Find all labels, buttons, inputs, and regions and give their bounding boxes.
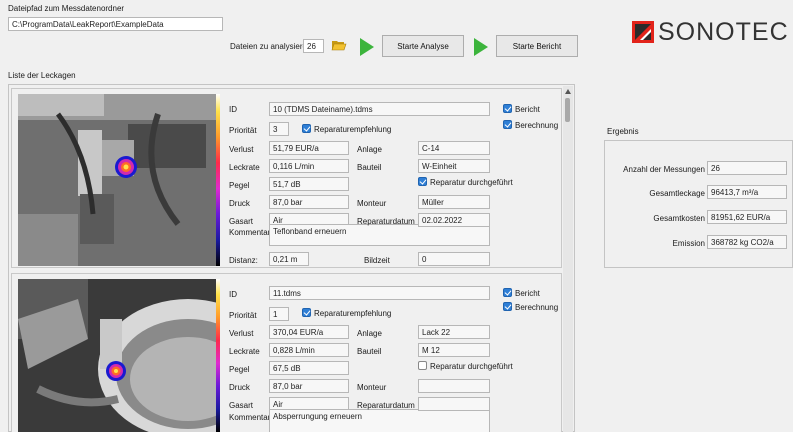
measurements-label: Anzahl der Messungen — [623, 165, 705, 174]
loss-field[interactable]: 370,04 EUR/a — [269, 325, 349, 339]
repair-recommendation-checkbox[interactable] — [302, 124, 311, 133]
plant-label: Anlage — [357, 145, 382, 154]
repairdate-field[interactable] — [418, 397, 490, 411]
plant-label: Anlage — [357, 329, 382, 338]
fitter-label: Monteur — [357, 383, 387, 392]
gas-label: Gasart — [229, 217, 254, 226]
total-cost-value: 81951,62 EUR/a — [707, 210, 787, 224]
leakrate-field[interactable]: 0,828 L/min — [269, 343, 349, 357]
id-label: ID — [229, 290, 237, 299]
priority-label: Priorität — [229, 311, 257, 320]
report-checkbox[interactable] — [503, 288, 512, 297]
level-field[interactable]: 51,7 dB — [269, 177, 349, 191]
component-field[interactable]: M 12 — [418, 343, 490, 357]
repair-recommendation-label: Reparaturempfehlung — [314, 309, 392, 318]
scroll-up-icon[interactable] — [565, 87, 571, 94]
priority-field[interactable]: 1 — [269, 307, 289, 321]
leakrate-label: Leckrate — [229, 163, 260, 172]
plant-field[interactable]: C-14 — [418, 141, 490, 155]
scrollbar-track[interactable] — [563, 86, 573, 432]
id-field[interactable]: 11.tdms — [269, 286, 490, 300]
leak-thermal-image[interactable] — [18, 94, 216, 266]
total-leak-value: 96413,7 m³/a — [707, 185, 787, 199]
measurements-value: 26 — [707, 161, 787, 175]
distance-label: Distanz: — [229, 256, 258, 265]
repairdate-label: Reparaturdatum — [357, 401, 415, 410]
repair-done-checkbox[interactable] — [418, 361, 427, 370]
comment-label: Kommentar — [229, 413, 271, 422]
loss-label: Verlust — [229, 145, 254, 154]
loss-label: Verlust — [229, 329, 254, 338]
sonotec-logo-icon — [632, 21, 654, 43]
scrollbar-thumb[interactable] — [565, 98, 570, 122]
folder-open-icon[interactable] — [331, 39, 347, 51]
component-label: Bauteil — [357, 163, 382, 172]
play-analysis-icon[interactable] — [360, 38, 374, 56]
total-leak-label: Gesamtleckage — [649, 189, 705, 198]
id-label: ID — [229, 105, 237, 114]
repairdate-label: Reparaturdatum — [357, 217, 415, 226]
path-input[interactable]: C:\ProgramData\LeakReport\ExampleData — [8, 17, 223, 31]
path-label: Dateipfad zum Messdatenordner — [8, 4, 125, 13]
imagetime-label: Bildzeit — [364, 256, 390, 265]
files-count-input[interactable]: 26 — [303, 39, 324, 53]
component-field[interactable]: W-Einheit — [418, 159, 490, 173]
calculation-label: Berechnung — [515, 303, 559, 312]
priority-field[interactable]: 3 — [269, 122, 289, 136]
pressure-field[interactable]: 87,0 bar — [269, 195, 349, 209]
id-field[interactable]: 10 (TDMS Dateiname).tdms — [269, 102, 490, 116]
emission-label: Emission — [672, 239, 705, 248]
calculation-label: Berechnung — [515, 121, 559, 130]
imagetime-field[interactable]: 0 — [418, 252, 490, 266]
level-label: Pegel — [229, 365, 250, 374]
logo-text: SONOTEC — [658, 18, 789, 46]
distance-field[interactable]: 0,21 m — [269, 252, 309, 266]
repair-done-label: Reparatur durchgeführt — [430, 362, 513, 371]
repair-done-checkbox[interactable] — [418, 177, 427, 186]
comment-label: Kommentar — [229, 228, 271, 237]
component-label: Bauteil — [357, 347, 382, 356]
priority-label: Priorität — [229, 126, 257, 135]
plant-field[interactable]: Lack 22 — [418, 325, 490, 339]
pressure-field[interactable]: 87,0 bar — [269, 379, 349, 393]
repair-recommendation-checkbox[interactable] — [302, 308, 311, 317]
gas-label: Gasart — [229, 401, 254, 410]
comment-field[interactable]: Absperrungung erneuern — [269, 409, 490, 432]
leak-thermal-image[interactable] — [18, 279, 216, 432]
level-field[interactable]: 67,5 dB — [269, 361, 349, 375]
fitter-field[interactable]: Müller — [418, 195, 490, 209]
files-label: Dateien zu analysieren — [230, 42, 312, 51]
loss-field[interactable]: 51,79 EUR/a — [269, 141, 349, 155]
start-analysis-button[interactable]: Starte Analyse — [382, 35, 464, 57]
comment-field[interactable]: Teflonband erneuern — [269, 224, 490, 246]
level-label: Pegel — [229, 181, 250, 190]
leakrate-label: Leckrate — [229, 347, 260, 356]
calculation-checkbox[interactable] — [503, 120, 512, 129]
start-report-button[interactable]: Starte Bericht — [496, 35, 578, 57]
total-cost-label: Gesamtkosten — [653, 214, 705, 223]
play-report-icon[interactable] — [474, 38, 488, 56]
fitter-field[interactable] — [418, 379, 490, 393]
color-scale — [216, 94, 220, 266]
repair-recommendation-label: Reparaturempfehlung — [314, 125, 392, 134]
repair-done-label: Reparatur durchgeführt — [430, 178, 513, 187]
fitter-label: Monteur — [357, 199, 387, 208]
report-label: Bericht — [515, 289, 540, 298]
pressure-label: Druck — [229, 199, 250, 208]
results-title: Ergebnis — [607, 127, 639, 136]
calculation-checkbox[interactable] — [503, 302, 512, 311]
pressure-label: Druck — [229, 383, 250, 392]
report-checkbox[interactable] — [503, 104, 512, 113]
emission-value: 368782 kg CO2/a — [707, 235, 787, 249]
report-label: Bericht — [515, 105, 540, 114]
leakrate-field[interactable]: 0,116 L/min — [269, 159, 349, 173]
list-title: Liste der Leckagen — [8, 71, 76, 80]
color-scale — [216, 279, 220, 432]
repairdate-field[interactable]: 02.02.2022 — [418, 213, 490, 227]
